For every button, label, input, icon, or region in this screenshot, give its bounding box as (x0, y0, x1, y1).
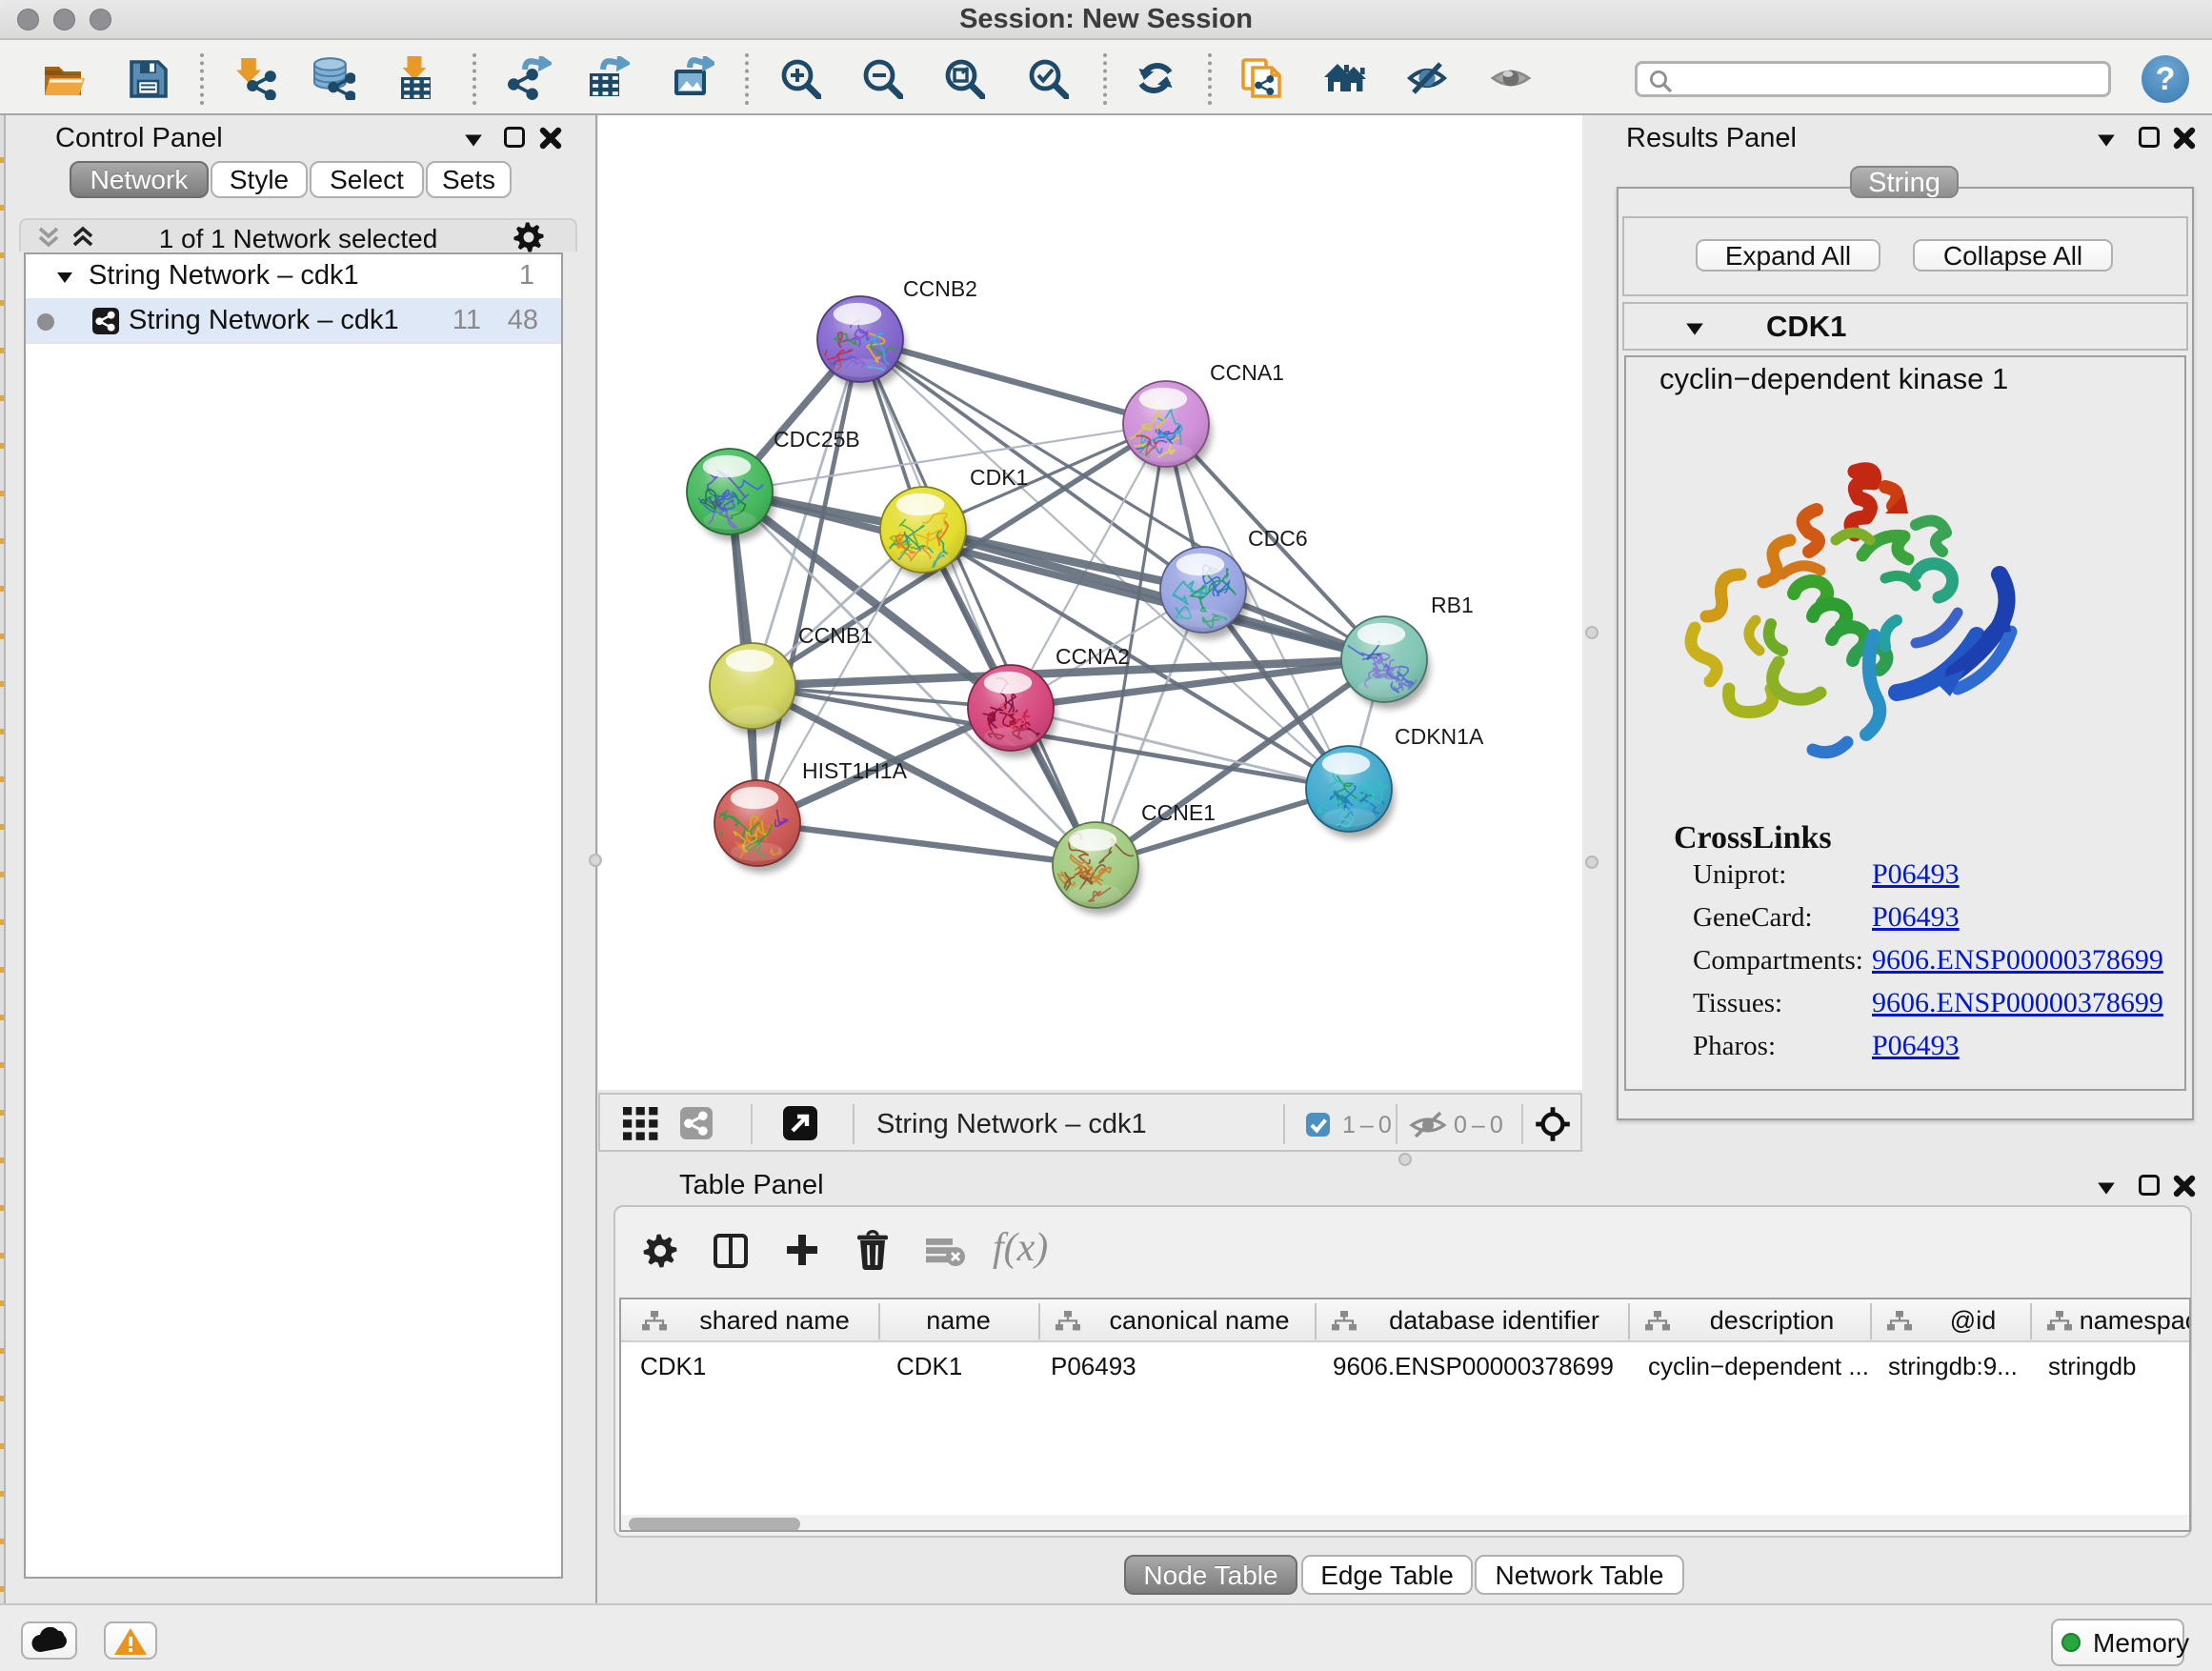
svg-text:HIST1H1A: HIST1H1A (802, 758, 908, 783)
svg-text:RB1: RB1 (1431, 593, 1474, 617)
svg-text:CDKN1A: CDKN1A (1395, 724, 1484, 749)
svg-text:CCNA1: CCNA1 (1210, 360, 1284, 385)
svg-text:CCNE1: CCNE1 (1141, 800, 1216, 825)
svg-text:CCNB2: CCNB2 (903, 276, 977, 301)
svg-text:CCNB1: CCNB1 (798, 623, 873, 648)
svg-text:CDC6: CDC6 (1248, 526, 1308, 551)
svg-text:CCNA2: CCNA2 (1056, 644, 1130, 669)
svg-text:CDK1: CDK1 (970, 465, 1028, 490)
svg-text:CDC25B: CDC25B (774, 427, 860, 452)
